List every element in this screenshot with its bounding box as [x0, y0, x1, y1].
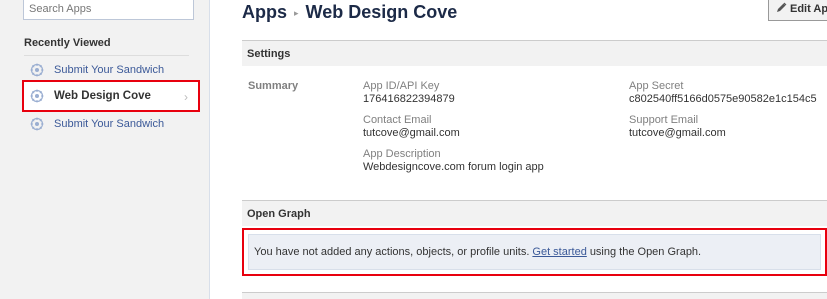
- pencil-icon: [776, 2, 787, 16]
- page-title: Apps ▸ Web Design Cove: [242, 0, 457, 25]
- app-secret-label: App Secret: [629, 80, 684, 92]
- support-email-field: Support Email tutcove@gmail.com: [629, 114, 726, 140]
- next-section-header: [242, 292, 827, 299]
- app-name-title: Web Design Cove: [305, 1, 458, 22]
- open-graph-section-header: Open Graph: [242, 200, 827, 226]
- support-email-label: Support Email: [629, 114, 699, 126]
- app-description-label: App Description: [363, 148, 441, 160]
- recently-viewed-heading: Recently Viewed: [24, 37, 111, 49]
- app-id-field: App ID/API Key 176416822394879: [363, 80, 455, 106]
- sidebar-item-submit-your-sandwich[interactable]: Submit Your Sandwich: [24, 111, 198, 137]
- breadcrumb-apps-link[interactable]: Apps: [242, 2, 287, 23]
- search-apps-input[interactable]: [23, 0, 194, 20]
- get-started-link[interactable]: Get started: [532, 246, 586, 258]
- open-graph-title: Open Graph: [247, 207, 311, 220]
- contact-email-label: Contact Email: [363, 114, 432, 126]
- app-secret-field: App Secret c802540ff5166d0575e90582e1c15…: [629, 80, 817, 106]
- sidebar-item-web-design-cove[interactable]: Web Design Cove ›: [22, 80, 200, 112]
- app-description-field: App Description Webdesigncove.com forum …: [363, 148, 544, 174]
- support-email-value: tutcove@gmail.com: [629, 127, 726, 139]
- app-description-value: Webdesigncove.com forum login app: [363, 161, 544, 173]
- main-content: Apps ▸ Web Design Cove Edit Ap Settings …: [211, 0, 827, 299]
- breadcrumb-separator-icon: ▸: [294, 7, 299, 18]
- open-graph-message: You have not added any actions, objects,…: [248, 234, 821, 270]
- open-graph-notice: You have not added any actions, objects,…: [242, 228, 827, 276]
- app-secret-value: c802540ff5166d0575e90582e1c154c5: [629, 93, 817, 105]
- sidebar-item-label: Web Design Cove: [54, 90, 151, 102]
- sidebar-item-label: Submit Your Sandwich: [54, 64, 165, 76]
- settings-title: Settings: [247, 47, 291, 60]
- chevron-right-icon: ›: [184, 90, 188, 104]
- app-id-label: App ID/API Key: [363, 80, 440, 92]
- contact-email-value: tutcove@gmail.com: [363, 127, 460, 139]
- sidebar-divider: [24, 55, 189, 56]
- contact-email-field: Contact Email tutcove@gmail.com: [363, 114, 460, 140]
- app-gear-icon: [29, 88, 45, 104]
- sidebar-item-label: Submit Your Sandwich: [54, 118, 165, 130]
- open-graph-message-text: You have not added any actions, objects,…: [254, 246, 530, 258]
- settings-section-header: Settings: [242, 40, 827, 66]
- summary-label: Summary: [248, 80, 299, 92]
- app-id-value: 176416822394879: [363, 93, 455, 105]
- open-graph-message-suffix: using the Open Graph.: [589, 246, 702, 258]
- app-gear-icon: [29, 62, 45, 78]
- app-gear-icon: [29, 116, 45, 132]
- edit-app-button[interactable]: Edit Ap: [768, 0, 827, 21]
- sidebar: Recently Viewed Submit Your Sandwich Web…: [0, 0, 210, 299]
- edit-button-label: Edit Ap: [790, 3, 827, 15]
